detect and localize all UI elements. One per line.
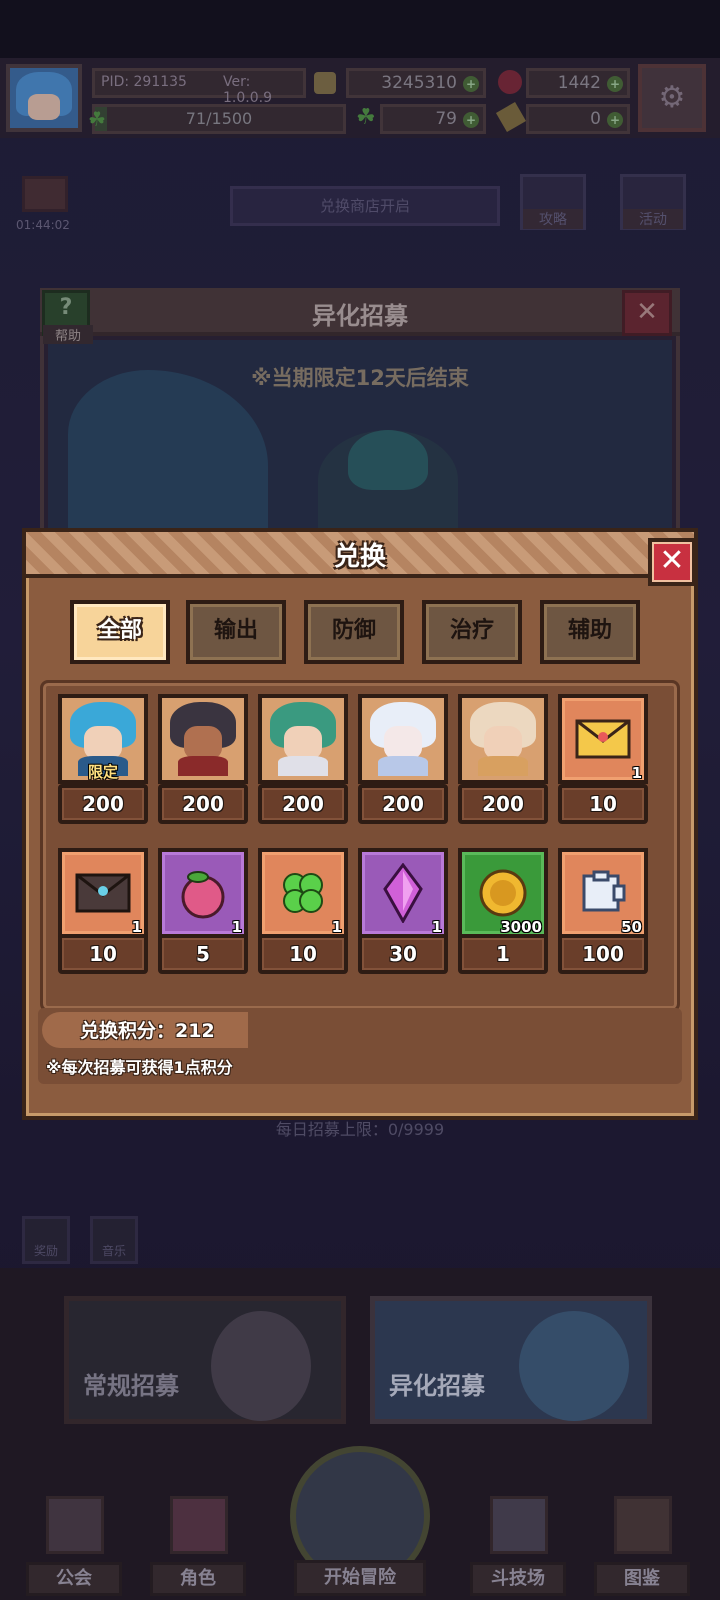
price-hero-blonde: 200 [458,784,548,824]
tab-support[interactable]: 辅助 [540,600,640,664]
exchange-item-yellow-letter[interactable]: 1 [558,694,648,784]
exchange-item-hero-dark[interactable] [158,694,248,784]
tab-all-label: 全部 [97,618,142,643]
hero-face [184,726,222,760]
price-yellow-letter: 10 [558,784,648,824]
clover-icon [266,856,340,930]
price-value: 10 [589,792,617,816]
close-icon: ✕ [659,543,685,578]
exchange-title: 兑换 [333,542,386,572]
exchange-item-hero-white[interactable] [358,694,448,784]
tab-defense[interactable]: 防御 [304,600,404,664]
price-value: 1 [496,942,510,966]
exchange-item-ticket[interactable]: 50 [558,848,648,938]
crystal-icon [366,856,440,930]
hero-body [478,756,528,776]
price-hero-green: 200 [258,784,348,824]
price-crystal: 30 [358,934,448,974]
exchange-item-dark-letter[interactable]: 1 [58,848,148,938]
price-value: 100 [582,942,624,966]
price-hero-dark: 200 [158,784,248,824]
price-value: 200 [482,792,524,816]
exchange-close-button[interactable]: ✕ [648,538,696,586]
yellow-letter-icon [566,702,640,776]
price-value: 10 [89,942,117,966]
tab-heal[interactable]: 治疗 [422,600,522,664]
price-clover: 10 [258,934,348,974]
price-value: 200 [182,792,224,816]
tab-defense-label: 防御 [331,618,376,643]
tab-all[interactable]: 全部 [70,600,170,664]
exchange-item-hero-blonde[interactable] [458,694,548,784]
price-gold-coin: 1 [458,934,548,974]
price-hero-white: 200 [358,784,448,824]
price-ticket: 100 [558,934,648,974]
points-note: ※每次招募可获得1点积分 [46,1058,233,1077]
price-hero-blue: 200 [58,784,148,824]
price-value: 5 [196,942,210,966]
hero-body [278,756,328,776]
exchange-item-peach[interactable]: 1 [158,848,248,938]
tab-dps[interactable]: 输出 [186,600,286,664]
price-value: 200 [282,792,324,816]
tab-dps-label: 输出 [213,618,258,643]
exchange-item-crystal[interactable]: 1 [358,848,448,938]
price-peach: 5 [158,934,248,974]
tab-support-label: 辅助 [567,618,612,643]
exchange-item-hero-green[interactable] [258,694,348,784]
exchange-item-gold-coin[interactable]: 3000 [458,848,548,938]
price-value: 200 [82,792,124,816]
tab-heal-label: 治疗 [449,618,494,643]
hero-face [84,726,122,760]
hero-face [284,726,322,760]
exchange-points: 兑换积分：212 [42,1012,248,1048]
exchange-header: 兑换 [22,528,698,578]
exchange-points-value: 兑换积分：212 [80,1020,215,1042]
dark-letter-icon [66,856,140,930]
peach-icon [166,856,240,930]
item-qty: 1 [631,764,642,782]
hero-face [384,726,422,760]
hero-body [378,756,428,776]
price-value: 200 [382,792,424,816]
exchange-item-hero-blue[interactable]: 限定 [58,694,148,784]
price-value: 30 [389,942,417,966]
exchange-item-clover[interactable]: 1 [258,848,348,938]
hero-face [484,726,522,760]
hero-body [178,756,228,776]
price-value: 10 [289,942,317,966]
price-dark-letter: 10 [58,934,148,974]
limited-tag: 限定 [87,763,118,781]
